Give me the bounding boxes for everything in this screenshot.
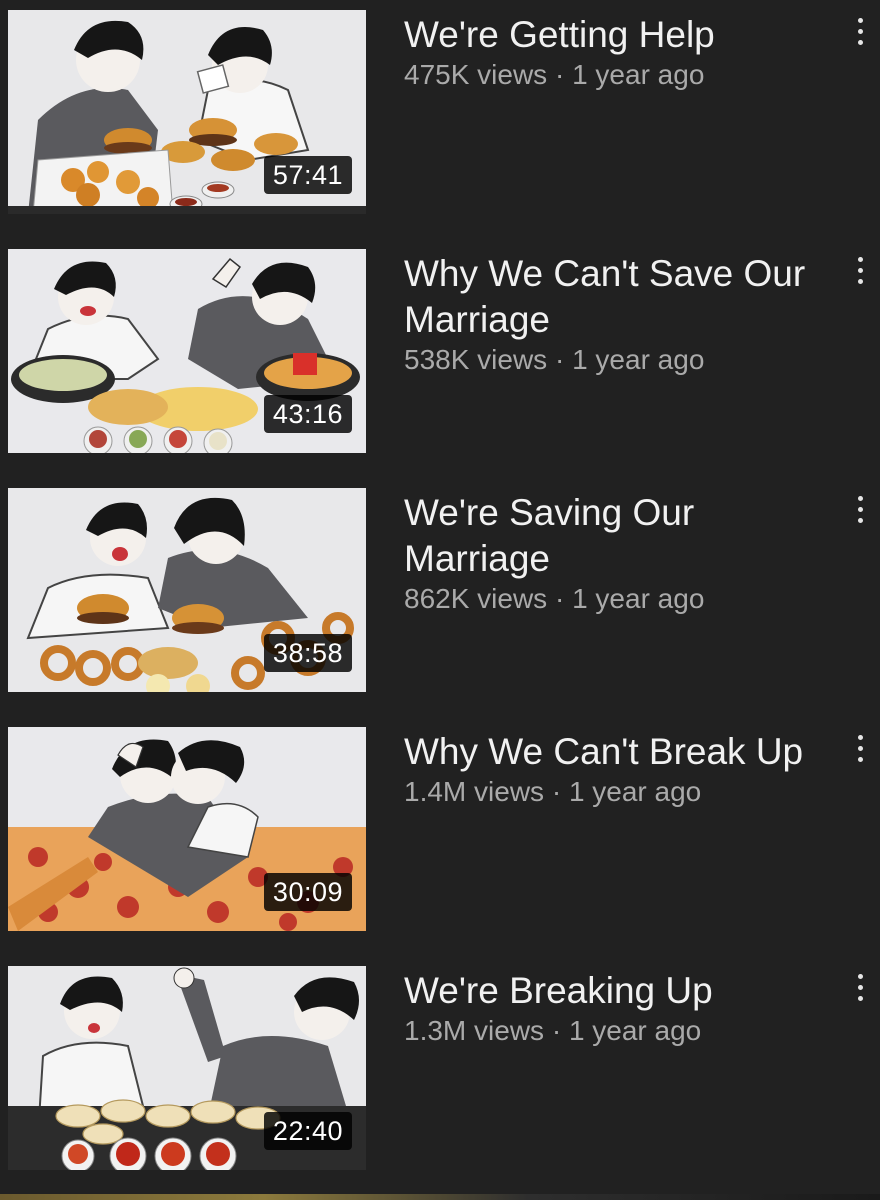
- video-list-item[interactable]: 43:16 Why We Can't Save Our Marriage 538…: [0, 239, 880, 477]
- video-thumbnail[interactable]: 57:41: [8, 10, 366, 214]
- video-stats: 475K views · 1 year ago: [404, 58, 844, 92]
- upload-age: 1 year ago: [572, 344, 705, 375]
- video-stats: 1.4M views · 1 year ago: [404, 775, 844, 809]
- video-title[interactable]: Why We Can't Save Our Marriage: [404, 251, 844, 343]
- view-count: 475K views: [404, 59, 548, 90]
- meta-separator: ·: [554, 583, 565, 614]
- video-thumbnail[interactable]: 30:09: [8, 727, 366, 931]
- more-vert-icon[interactable]: [850, 974, 870, 1010]
- upload-age: 1 year ago: [572, 583, 705, 614]
- meta-separator: ·: [551, 1015, 562, 1046]
- video-stats: 538K views · 1 year ago: [404, 343, 844, 377]
- video-duration: 30:09: [263, 873, 352, 911]
- more-vert-icon[interactable]: [850, 735, 870, 771]
- upload-age: 1 year ago: [568, 1015, 702, 1046]
- video-title[interactable]: We're Breaking Up: [404, 968, 844, 1014]
- video-list-item[interactable]: 57:41 We're Getting Help 475K views · 1 …: [0, 0, 880, 238]
- video-title[interactable]: We're Saving Our Marriage: [404, 490, 844, 582]
- video-duration: 38:58: [263, 634, 352, 672]
- view-count: 1.4M views: [404, 776, 545, 807]
- meta-separator: ·: [551, 776, 562, 807]
- video-stats: 862K views · 1 year ago: [404, 582, 844, 616]
- video-thumbnail[interactable]: 38:58: [8, 488, 366, 692]
- meta-separator: ·: [554, 344, 565, 375]
- video-stats: 1.3M views · 1 year ago: [404, 1014, 844, 1048]
- video-meta: We're Breaking Up 1.3M views · 1 year ag…: [404, 968, 844, 1048]
- view-count: 862K views: [404, 583, 548, 614]
- view-count: 1.3M views: [404, 1015, 545, 1046]
- video-list-item[interactable]: 30:09 Why We Can't Break Up 1.4M views ·…: [0, 717, 880, 955]
- video-list-item[interactable]: 38:58 We're Saving Our Marriage 862K vie…: [0, 478, 880, 716]
- more-vert-icon[interactable]: [850, 257, 870, 293]
- video-title[interactable]: We're Getting Help: [404, 12, 844, 58]
- meta-separator: ·: [554, 59, 565, 90]
- video-meta: We're Saving Our Marriage 862K views · 1…: [404, 490, 844, 616]
- video-thumbnail[interactable]: 43:16: [8, 249, 366, 453]
- video-meta: We're Getting Help 475K views · 1 year a…: [404, 12, 844, 92]
- video-title[interactable]: Why We Can't Break Up: [404, 729, 844, 775]
- video-meta: Why We Can't Save Our Marriage 538K view…: [404, 251, 844, 377]
- upload-age: 1 year ago: [572, 59, 705, 90]
- view-count: 538K views: [404, 344, 548, 375]
- more-vert-icon[interactable]: [850, 18, 870, 54]
- next-item-edge: [0, 1194, 880, 1200]
- video-thumbnail[interactable]: 22:40: [8, 966, 366, 1170]
- video-duration: 57:41: [263, 156, 352, 194]
- video-list-item[interactable]: 22:40 We're Breaking Up 1.3M views · 1 y…: [0, 956, 880, 1194]
- video-meta: Why We Can't Break Up 1.4M views · 1 yea…: [404, 729, 844, 809]
- video-duration: 43:16: [263, 395, 352, 433]
- video-duration: 22:40: [263, 1112, 352, 1150]
- more-vert-icon[interactable]: [850, 496, 870, 532]
- upload-age: 1 year ago: [568, 776, 702, 807]
